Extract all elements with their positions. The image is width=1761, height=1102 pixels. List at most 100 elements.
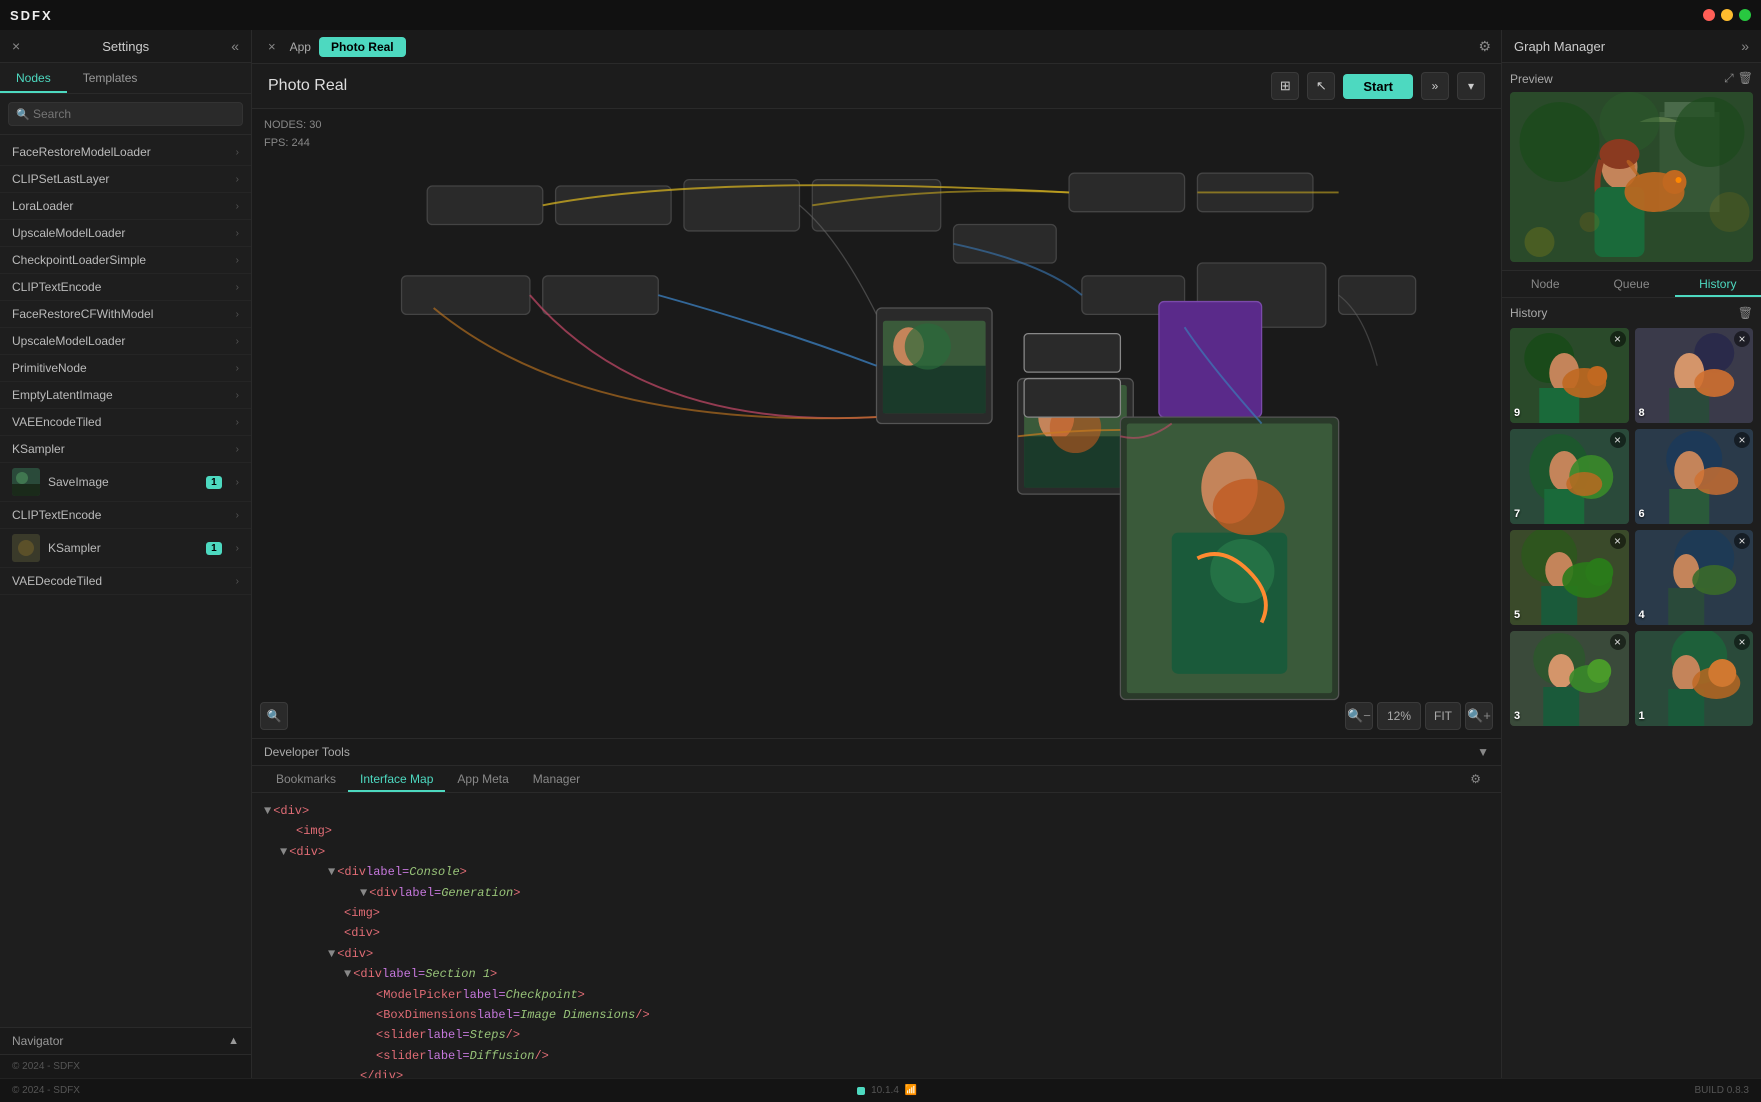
node-name: PrimitiveNode <box>12 361 236 375</box>
history-item-num: 6 <box>1639 508 1645 520</box>
dev-tab-settings-icon[interactable]: ⚙ <box>1462 766 1489 792</box>
tab-templates[interactable]: Templates <box>67 63 154 93</box>
node-name: CLIPTextEncode <box>12 280 236 294</box>
nav-settings-icon[interactable]: ⚙ <box>1478 38 1491 55</box>
win-max-btn[interactable] <box>1739 9 1751 21</box>
start-button[interactable]: Start <box>1343 74 1413 99</box>
chevron-right-icon: › <box>236 444 239 455</box>
history-item-close[interactable]: × <box>1734 634 1750 650</box>
search-input[interactable] <box>8 102 243 126</box>
win-close-btn[interactable] <box>1703 9 1715 21</box>
footer-copyright: © 2024 - SDFX <box>12 1085 80 1096</box>
dev-tools-title: Developer Tools <box>264 745 350 759</box>
list-item[interactable]: CLIPTextEncode › <box>0 502 251 529</box>
zoom-in-btn[interactable]: 🔍+ <box>1465 702 1493 730</box>
expand-icon[interactable]: ▼ <box>328 944 335 964</box>
hist-tab-node[interactable]: Node <box>1502 271 1588 297</box>
list-item[interactable]: CheckpointLoaderSimple › <box>0 247 251 274</box>
dev-tab-app-meta[interactable]: App Meta <box>445 766 520 792</box>
list-item[interactable]: KSampler 1 › <box>0 529 251 568</box>
right-expand-icon[interactable]: » <box>1741 38 1749 54</box>
list-item[interactable]: UpscaleModelLoader › <box>0 328 251 355</box>
graph-cursor-icon[interactable]: ↖ <box>1307 72 1335 100</box>
search-bar-container: 🔍 <box>0 94 251 135</box>
expand-icon[interactable]: ▼ <box>264 801 271 821</box>
nav-close-btn[interactable]: × <box>262 37 282 56</box>
history-item-close[interactable]: × <box>1734 533 1750 549</box>
history-item-3[interactable]: 3 × <box>1510 631 1629 726</box>
history-item-close[interactable]: × <box>1610 533 1626 549</box>
win-min-btn[interactable] <box>1721 9 1733 21</box>
history-item-close[interactable]: × <box>1734 331 1750 347</box>
expand-icon[interactable]: ▼ <box>344 964 351 984</box>
sidebar-tabs: Nodes Templates <box>0 63 251 94</box>
chevron-right-icon: › <box>236 309 239 320</box>
dev-tools-collapse-icon[interactable]: ▼ <box>1477 745 1489 759</box>
history-item-6[interactable]: 6 × <box>1635 429 1754 524</box>
chevron-right-icon: › <box>236 147 239 158</box>
node-name: UpscaleModelLoader <box>12 226 236 240</box>
node-name: FaceRestoreCFWithModel <box>12 307 236 321</box>
zoom-out-btn[interactable]: 🔍− <box>1345 702 1373 730</box>
app-logo: SDFX <box>10 8 53 23</box>
graph-expand-btn[interactable]: » <box>1421 72 1449 100</box>
close-icon[interactable]: × <box>12 38 20 54</box>
list-item[interactable]: EmptyLatentImage › <box>0 382 251 409</box>
navigator-toggle-icon[interactable]: ▲ <box>228 1035 239 1047</box>
history-item-close[interactable]: × <box>1610 432 1626 448</box>
dev-tab-bookmarks[interactable]: Bookmarks <box>264 766 348 792</box>
list-item[interactable]: VAEEncodeTiled › <box>0 409 251 436</box>
history-item-8[interactable]: 8 × <box>1635 328 1754 423</box>
list-item[interactable]: UpscaleModelLoader › <box>0 220 251 247</box>
dev-tools-tabs: Bookmarks Interface Map App Meta Manager… <box>252 766 1501 793</box>
sidebar-header: × Settings « <box>0 30 251 63</box>
hist-tab-history[interactable]: History <box>1675 271 1761 297</box>
chevron-right-icon: › <box>236 510 239 521</box>
dev-tab-interface-map[interactable]: Interface Map <box>348 766 445 792</box>
history-item-close[interactable]: × <box>1610 331 1626 347</box>
zoom-fit-btn[interactable]: FIT <box>1425 702 1461 730</box>
list-item[interactable]: CLIPTextEncode › <box>0 274 251 301</box>
nav-graph-btn[interactable]: Photo Real <box>319 37 406 57</box>
node-name: KSampler <box>48 541 101 555</box>
expand-icon[interactable]: ▼ <box>328 862 335 882</box>
dev-tab-manager[interactable]: Manager <box>521 766 592 792</box>
history-delete-icon[interactable]: 🗑 <box>1738 306 1753 320</box>
preview-delete-icon[interactable]: 🗑 <box>1738 71 1753 86</box>
node-name: UpscaleModelLoader <box>12 334 236 348</box>
node-thumbnail <box>12 468 40 496</box>
history-item-9[interactable]: 9 × <box>1510 328 1629 423</box>
list-item[interactable]: FaceRestoreCFWithModel › <box>0 301 251 328</box>
expand-icon[interactable]: ▼ <box>360 883 367 903</box>
list-item[interactable]: PrimitiveNode › <box>0 355 251 382</box>
graph-canvas[interactable]: NODES: 30 FPS: 244 <box>252 109 1501 738</box>
build-version: BUILD 0.8.3 <box>1695 1085 1749 1096</box>
right-sidebar: Graph Manager » Preview ⤢ 🗑 <box>1501 30 1761 1078</box>
zoom-controls: 🔍− 12% FIT 🔍+ <box>1345 702 1493 730</box>
sidebar-expand-icon[interactable]: « <box>231 38 239 54</box>
nav-app-btn[interactable]: App <box>290 40 311 54</box>
list-item[interactable]: VAEDecodeTiled › <box>0 568 251 595</box>
right-sidebar-header: Graph Manager » <box>1502 30 1761 63</box>
hist-tab-queue[interactable]: Queue <box>1588 271 1674 297</box>
graph-search-btn[interactable]: 🔍 <box>260 702 288 730</box>
history-item-close[interactable]: × <box>1610 634 1626 650</box>
history-item-5[interactable]: 5 × <box>1510 530 1629 625</box>
center-area: × App Photo Real ⚙ Photo Real ⊞ ↖ Start … <box>252 30 1501 1078</box>
list-item[interactable]: CLIPSetLastLayer › <box>0 166 251 193</box>
history-item-close[interactable]: × <box>1734 432 1750 448</box>
history-item-4[interactable]: 4 × <box>1635 530 1754 625</box>
tab-nodes[interactable]: Nodes <box>0 63 67 93</box>
list-item[interactable]: FaceRestoreModelLoader › <box>0 139 251 166</box>
list-item[interactable]: SaveImage 1 › <box>0 463 251 502</box>
history-item-1[interactable]: 1 × <box>1635 631 1754 726</box>
graph-fit-icon[interactable]: ⊞ <box>1271 72 1299 100</box>
left-sidebar: × Settings « Nodes Templates 🔍 FaceResto… <box>0 30 252 1078</box>
preview-expand-icon[interactable]: ⤢ <box>1724 71 1734 86</box>
graph-down-btn[interactable]: ▾ <box>1457 72 1485 100</box>
history-item-7[interactable]: 7 × <box>1510 429 1629 524</box>
expand-icon[interactable]: ▼ <box>280 842 287 862</box>
main-layout: × Settings « Nodes Templates 🔍 FaceResto… <box>0 30 1761 1078</box>
list-item[interactable]: KSampler › <box>0 436 251 463</box>
list-item[interactable]: LoraLoader › <box>0 193 251 220</box>
